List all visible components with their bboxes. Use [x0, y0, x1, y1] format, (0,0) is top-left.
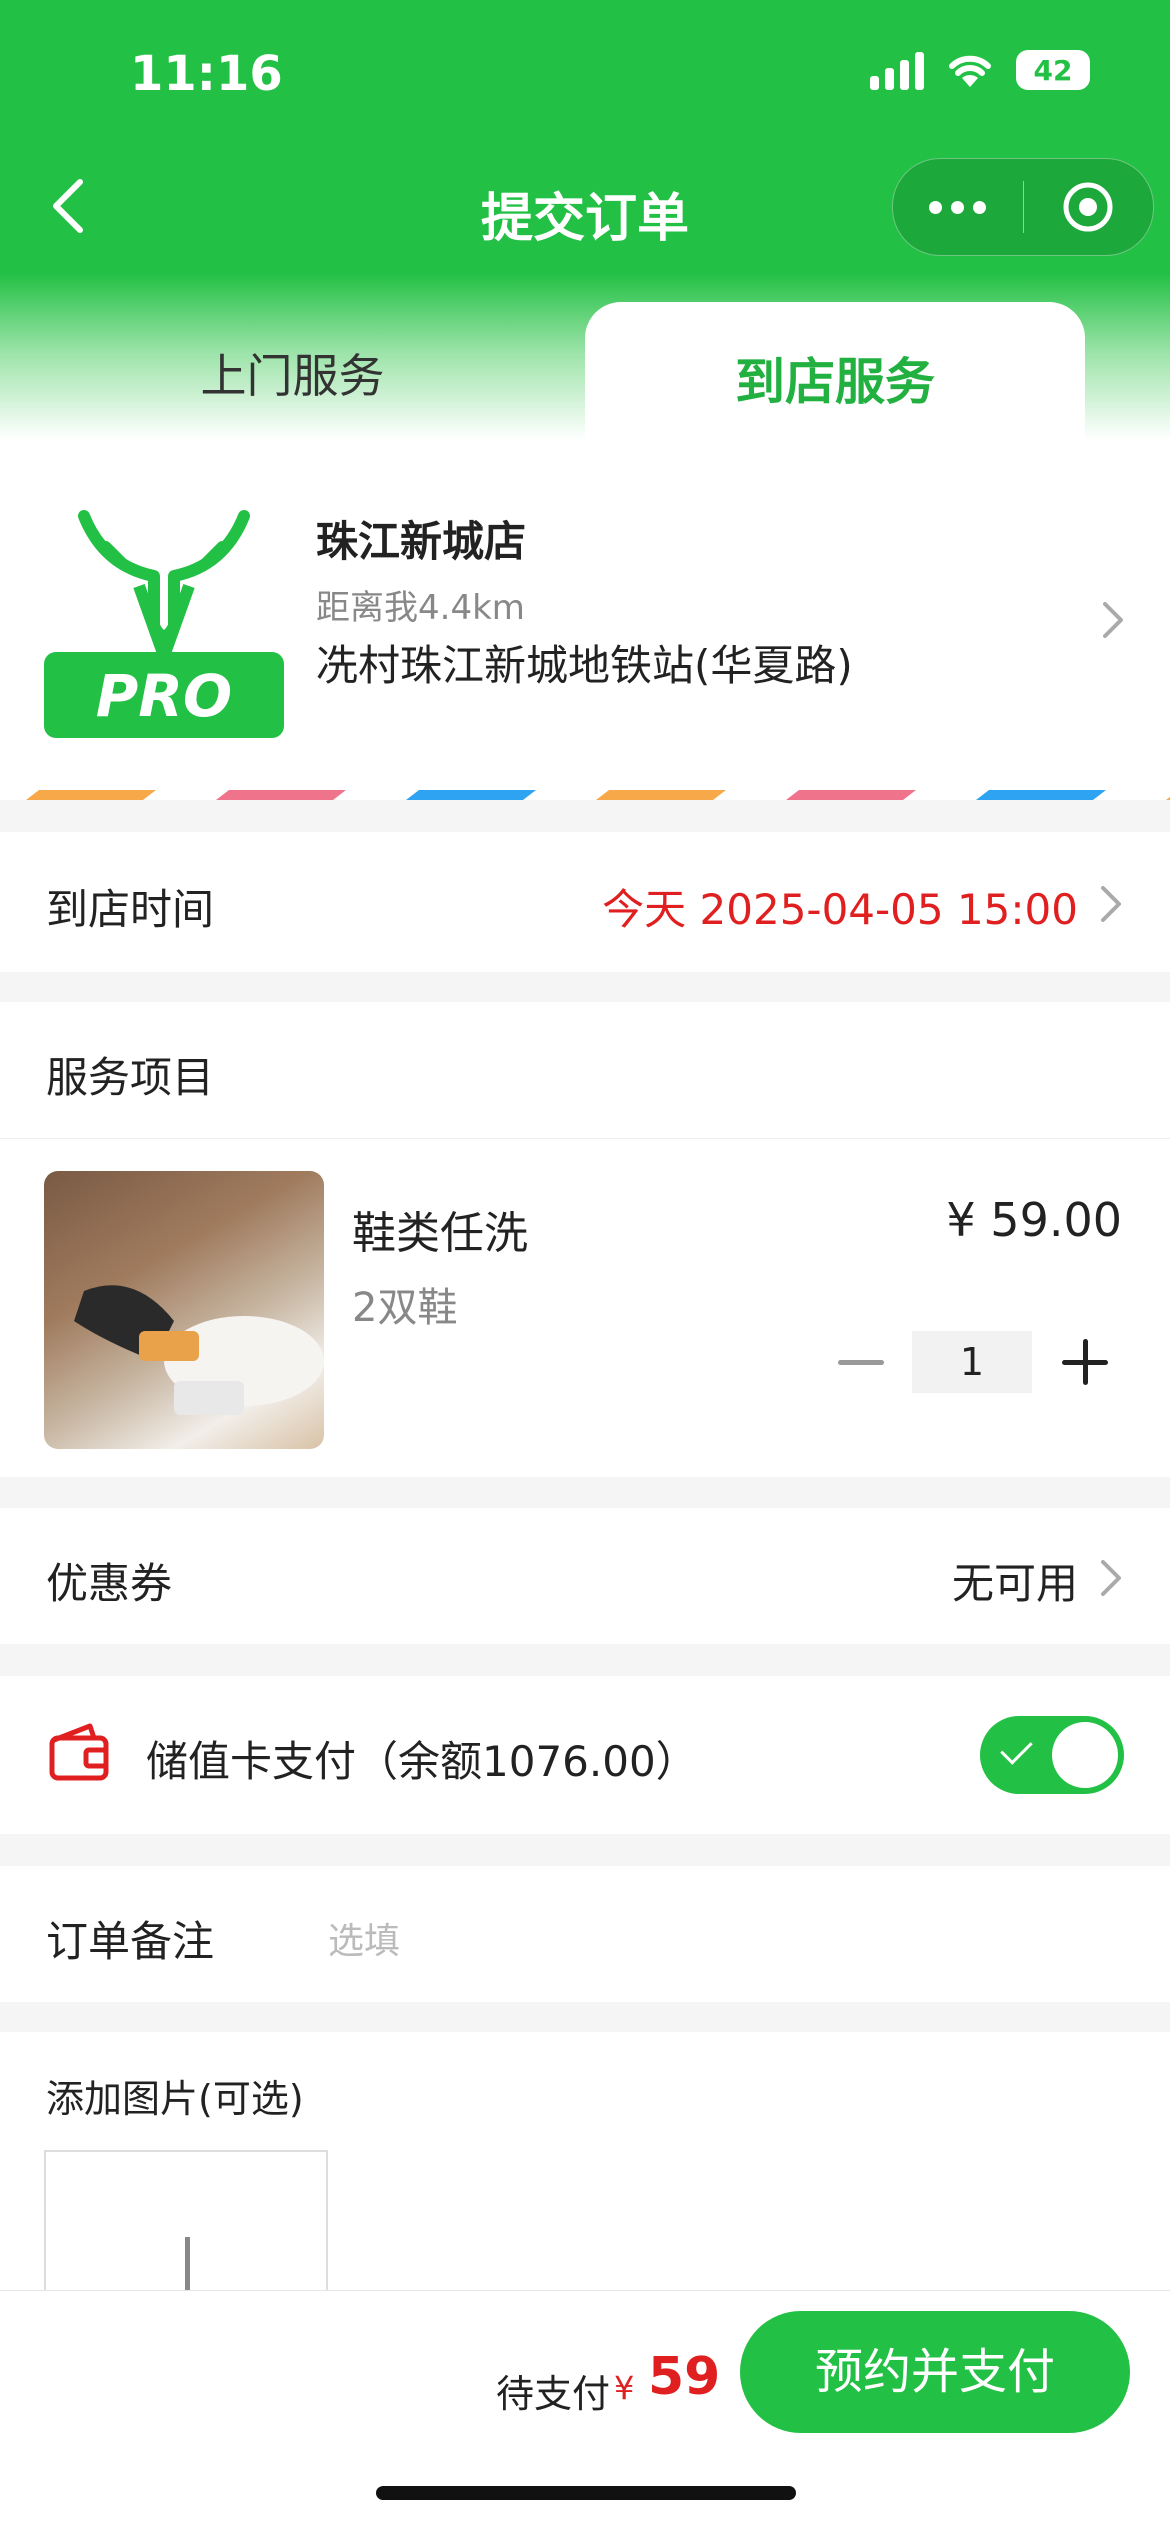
arrival-time-row[interactable]: 到店时间 今天 2025-04-05 15:00 — [0, 832, 1170, 972]
coupon-label: 优惠券 — [46, 1559, 173, 1608]
order-note-label: 订单备注 — [46, 1917, 215, 1966]
stored-card-label: 储值卡支付（余额1076.00） — [146, 1737, 698, 1786]
coupon-row[interactable]: 优惠券 无可用 — [0, 1508, 1170, 1644]
coupon-value: 无可用 — [951, 1559, 1078, 1608]
status-time: 11:16 — [130, 46, 283, 102]
tab-home-service[interactable]: 上门服务 — [0, 340, 585, 406]
service-item: 鞋类任洗 2双鞋 ¥ 59.00 1 — [0, 1138, 1170, 1477]
service-item-price: ¥ 59.00 — [946, 1193, 1122, 1247]
pay-label: 待支付 — [496, 2372, 611, 2416]
mini-program-capsule — [892, 158, 1154, 256]
check-icon — [1000, 1732, 1033, 1765]
store-distance: 距离我4.4km — [316, 588, 525, 628]
tab-store-service-label: 到店服务 — [735, 353, 935, 411]
order-note-row: 订单备注 选填 — [0, 1866, 1170, 2002]
more-icon[interactable] — [893, 200, 1023, 214]
service-section-label: 服务项目 — [46, 1053, 215, 1102]
logo-text: PRO — [96, 662, 232, 730]
chevron-right-icon — [1101, 886, 1121, 922]
status-icons: 42 — [870, 50, 1090, 90]
envelope-stripes — [0, 790, 1170, 800]
store-card[interactable]: PRO 珠江新城店 距离我4.4km 冼村珠江新城地铁站(华夏路) — [0, 440, 1170, 800]
battery-icon: 42 — [1016, 50, 1090, 90]
stored-card-toggle[interactable] — [980, 1716, 1124, 1794]
arrival-time-label: 到店时间 — [46, 885, 215, 934]
arrival-time-value: 今天 2025-04-05 15:00 — [602, 885, 1078, 934]
quantity-value[interactable]: 1 — [912, 1331, 1032, 1393]
quantity-stepper: 1 — [822, 1331, 1122, 1393]
order-note-input[interactable]: 选填 — [328, 1912, 400, 1964]
book-and-pay-button[interactable]: 预约并支付 — [740, 2311, 1130, 2433]
add-images-label: 添加图片(可选) — [46, 2077, 304, 2121]
pay-amount: 59 — [648, 2347, 721, 2407]
store-name: 珠江新城店 — [316, 517, 527, 566]
wifi-icon — [949, 55, 991, 87]
increase-quantity-button[interactable] — [1042, 1331, 1122, 1393]
decrease-quantity-button[interactable] — [822, 1331, 902, 1393]
cellular-signal-icon — [870, 50, 924, 90]
add-image-button[interactable] — [44, 2150, 328, 2312]
store-address: 冼村珠江新城地铁站(华夏路) — [316, 641, 853, 690]
home-indicator — [376, 2486, 796, 2500]
service-section-header: 服务项目 — [0, 1002, 1170, 1138]
chevron-right-icon — [1103, 602, 1123, 638]
close-target-icon[interactable] — [1024, 179, 1154, 235]
plus-icon — [185, 2237, 190, 2297]
pay-currency: ¥ — [614, 2369, 635, 2407]
stored-card-row: 储值卡支付（余额1076.00） — [0, 1676, 1170, 1834]
service-item-name: 鞋类任洗 — [352, 1208, 528, 1259]
service-thumbnail — [44, 1171, 324, 1449]
tab-store-service[interactable]: 到店服务 — [585, 302, 1085, 442]
wallet-icon — [49, 1723, 109, 1781]
chevron-right-icon — [1101, 1560, 1121, 1596]
header: 11:16 42 提交订单 上门服务 到店服务 — [0, 0, 1170, 442]
service-item-subtitle: 2双鞋 — [352, 1285, 458, 1331]
toggle-knob — [1052, 1722, 1118, 1788]
store-logo: PRO — [44, 510, 284, 738]
